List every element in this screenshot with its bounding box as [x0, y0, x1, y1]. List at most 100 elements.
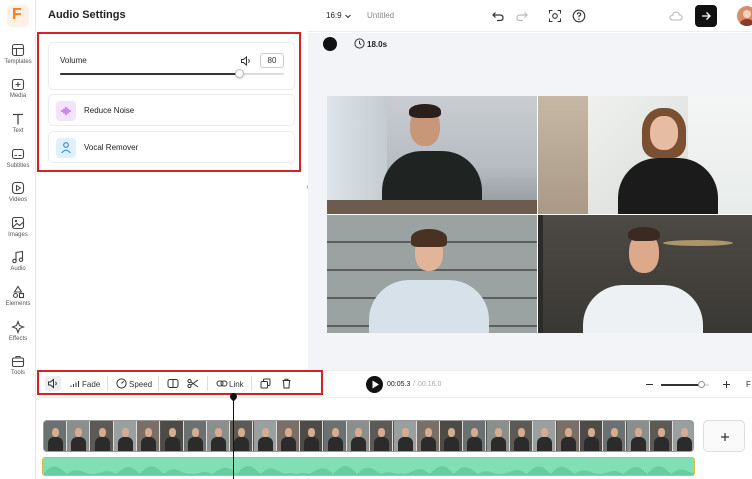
video-thumbnail: [90, 421, 114, 451]
video-thumbnail: [579, 421, 603, 451]
play-button[interactable]: [366, 376, 383, 393]
reduce-noise-label: Reduce Noise: [84, 106, 135, 115]
zoom-in-icon[interactable]: [722, 380, 731, 389]
subtitles-icon: [11, 148, 25, 160]
avatar[interactable]: [737, 6, 752, 26]
rail-item-templates[interactable]: Templates: [0, 43, 36, 75]
video-thumbnail: [346, 421, 370, 451]
export-button[interactable]: [695, 5, 717, 27]
logo-letter: F: [12, 6, 22, 23]
split-icon[interactable]: [167, 378, 179, 389]
link-icon: [216, 380, 228, 387]
left-rail: F Templates Media Text Subtitles Videos …: [0, 0, 36, 479]
project-name[interactable]: Untitled: [367, 11, 394, 20]
duration-label[interactable]: 18.0s: [367, 40, 387, 49]
waveform-icon: [61, 107, 71, 115]
cloud-icon[interactable]: [669, 9, 683, 23]
screen-capture-icon[interactable]: [548, 9, 562, 23]
video-track[interactable]: [43, 420, 694, 452]
media-icon: [11, 78, 25, 91]
video-thumbnail: [300, 421, 324, 451]
fade-button[interactable]: Fade: [82, 380, 100, 389]
video-thumbnail: [277, 421, 300, 451]
rail-item-subtitles[interactable]: Subtitles: [0, 147, 36, 179]
video-thumbnail: [649, 421, 673, 451]
panel-title: Audio Settings: [48, 9, 126, 21]
background-color-swatch[interactable]: [323, 37, 337, 51]
help-icon[interactable]: [572, 9, 586, 23]
rail-label: Audio: [10, 266, 26, 272]
video-tile-man-desk: [327, 96, 537, 214]
divider: [207, 376, 208, 391]
video-preview[interactable]: [327, 96, 752, 333]
timeline-ruler: [37, 397, 752, 398]
audio-settings-button[interactable]: [45, 376, 61, 391]
video-tile-woman-shelves: [327, 215, 537, 333]
waveform-path: [43, 466, 694, 475]
music-icon: [12, 250, 24, 264]
speed-button[interactable]: Speed: [129, 380, 152, 389]
volume-card: Volume 80: [48, 42, 295, 90]
person-icon: [61, 142, 71, 154]
zoom-slider[interactable]: [661, 381, 709, 388]
audio-waveform: [43, 466, 694, 475]
rail-label: Tools: [10, 370, 25, 376]
reduce-noise-option[interactable]: Reduce Noise: [48, 94, 295, 126]
video-thumbnail: [463, 421, 487, 451]
fit-button[interactable]: F: [746, 380, 751, 389]
undo-icon[interactable]: [491, 9, 505, 23]
video-thumbnail: [533, 421, 557, 451]
volume-label: Volume: [60, 56, 87, 65]
arrow-right-icon: [702, 12, 711, 20]
rail-item-tools[interactable]: Tools: [0, 354, 36, 386]
rail-item-effects[interactable]: Effects: [0, 320, 36, 352]
zoom-out-icon[interactable]: [645, 380, 654, 389]
elements-icon: [12, 285, 25, 299]
rail-item-images[interactable]: Images: [0, 216, 36, 248]
video-icon: [11, 181, 25, 195]
play-icon: [372, 380, 379, 389]
video-thumbnail: [416, 421, 440, 451]
rail-item-text[interactable]: Text: [0, 112, 36, 144]
zoom-slider-fill: [661, 384, 702, 386]
scissors-icon[interactable]: [187, 378, 199, 389]
video-thumbnail: [44, 421, 67, 451]
volume-value-input[interactable]: 80: [260, 53, 284, 68]
time-separator: /: [413, 381, 415, 388]
add-clip-button[interactable]: [703, 420, 745, 452]
rail-item-media[interactable]: Media: [0, 77, 36, 109]
link-button[interactable]: Link: [229, 380, 244, 389]
tools-icon: [11, 355, 25, 368]
video-tile-man-shirt: [543, 215, 752, 333]
aspect-ratio-select[interactable]: 16:9: [326, 11, 342, 20]
rail-label: Images: [8, 232, 28, 238]
volume-slider-handle[interactable]: [234, 69, 244, 78]
vocal-remover-label: Vocal Remover: [84, 143, 139, 152]
current-time: 00:05.3: [387, 381, 411, 388]
video-thumbnail: [510, 421, 533, 451]
vocal-remover-option[interactable]: Vocal Remover: [48, 131, 295, 163]
top-bar: 16:9 Untitled: [307, 0, 752, 32]
trash-icon[interactable]: [281, 378, 292, 389]
rail-label: Templates: [4, 59, 32, 65]
speed-icon: [116, 378, 127, 389]
chevron-down-icon: [345, 14, 351, 19]
video-thumbnail: [160, 421, 184, 451]
app-logo[interactable]: F: [7, 5, 29, 27]
volume-slider[interactable]: [60, 69, 284, 78]
playhead[interactable]: [233, 395, 234, 479]
audio-track[interactable]: [42, 457, 695, 476]
rail-label: Text: [12, 128, 24, 134]
speaker-icon[interactable]: [240, 55, 252, 67]
video-thumbnail: [626, 421, 650, 451]
rail-item-audio[interactable]: Audio: [0, 250, 36, 282]
duplicate-icon[interactable]: [260, 378, 271, 389]
rail-item-videos[interactable]: Videos: [0, 181, 36, 213]
video-thumbnail: [137, 421, 161, 451]
divider: [107, 376, 108, 391]
rail-item-elements[interactable]: Elements: [0, 285, 36, 317]
video-thumbnail: [556, 421, 580, 451]
redo-icon[interactable]: [515, 9, 529, 23]
video-thumbnail: [440, 421, 464, 451]
video-thumbnail: [207, 421, 231, 451]
